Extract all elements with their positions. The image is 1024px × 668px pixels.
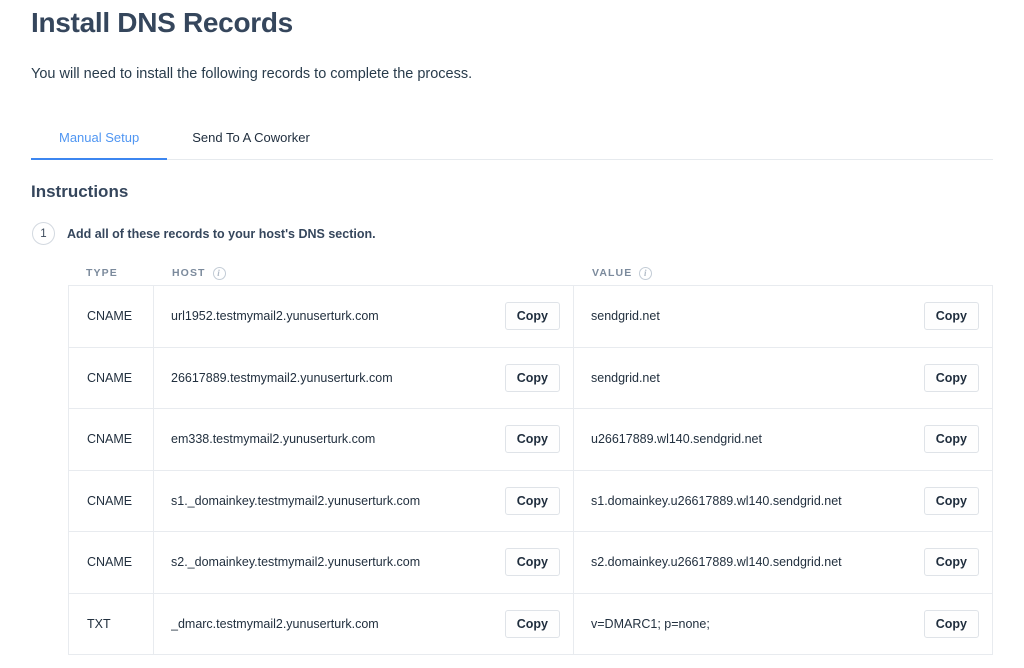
page-subtitle: You will need to install the following r… (31, 66, 473, 82)
cell-record-value: s1.domainkey.u26617889.wl140.sendgrid.ne… (574, 471, 992, 532)
cell-record-host: url1952.testmymail2.yunuserturk.com Copy (154, 286, 574, 347)
instruction-step-1: 1 Add all of these records to your host'… (31, 222, 993, 245)
copy-host-button[interactable]: Copy (504, 425, 560, 454)
cell-record-type: CNAME (69, 347, 154, 408)
table-row: CNAME s1._domainkey.testmymail2.yunusert… (69, 470, 992, 532)
table-column-headers: TYPE HOST i VALUE i (68, 261, 993, 285)
cell-record-host: s2._domainkey.testmymail2.yunuserturk.co… (154, 532, 574, 593)
dns-records-table: CNAME url1952.testmymail2.yunuserturk.co… (68, 285, 993, 655)
value-text: sendgrid.net (591, 309, 660, 324)
value-text: v=DMARC1; p=none; (591, 616, 710, 631)
step-number-badge: 1 (32, 222, 55, 245)
tab-send-to-a-coworker-label: Send To A Coworker (192, 130, 310, 145)
value-info-icon[interactable]: i (639, 266, 653, 280)
copy-value-button[interactable]: Copy (923, 302, 979, 331)
host-value-text: 26617889.testmymail2.yunuserturk.com (171, 370, 393, 385)
table-row: CNAME em338.testmymail2.yunuserturk.com … (69, 409, 992, 471)
cell-record-value: sendgrid.net Copy (574, 286, 992, 347)
cell-record-type: CNAME (69, 409, 154, 470)
table-row: CNAME s2._domainkey.testmymail2.yunusert… (69, 532, 992, 594)
cell-record-type: CNAME (69, 532, 154, 593)
host-value-text: _dmarc.testmymail2.yunuserturk.com (171, 616, 379, 631)
copy-host-button[interactable]: Copy (504, 363, 560, 392)
cell-record-type: TXT (69, 593, 154, 654)
host-value-text: s2._domainkey.testmymail2.yunuserturk.co… (171, 555, 421, 570)
cell-record-host: _dmarc.testmymail2.yunuserturk.com Copy (154, 593, 574, 654)
column-header-host-label: HOST (172, 267, 206, 279)
copy-host-button[interactable]: Copy (504, 609, 560, 638)
cell-record-type: CNAME (69, 286, 154, 347)
cell-record-value: v=DMARC1; p=none; Copy (574, 594, 992, 655)
install-dns-records-page: Install DNS Records You will need to ins… (0, 0, 1024, 668)
column-header-type-label: TYPE (86, 267, 118, 279)
tab-bar: Manual Setup Send To A Coworker (31, 115, 993, 160)
dns-records-table-wrapper: TYPE HOST i VALUE i CNAME url1952.testmy… (68, 261, 993, 655)
cell-record-value: s2.domainkey.u26617889.wl140.sendgrid.ne… (574, 532, 992, 593)
value-text: s1.domainkey.u26617889.wl140.sendgrid.ne… (591, 493, 842, 508)
column-header-value-label: VALUE (592, 267, 633, 279)
table-row: TXT _dmarc.testmymail2.yunuserturk.com C… (69, 593, 992, 655)
copy-value-button[interactable]: Copy (923, 363, 979, 392)
cell-record-value: u26617889.wl140.sendgrid.net Copy (574, 409, 992, 470)
cell-record-host: em338.testmymail2.yunuserturk.com Copy (154, 409, 574, 470)
cell-record-type: CNAME (69, 470, 154, 531)
copy-value-button[interactable]: Copy (923, 486, 979, 515)
value-text: u26617889.wl140.sendgrid.net (591, 432, 762, 447)
column-header-host: HOST i (155, 266, 575, 280)
copy-host-button[interactable]: Copy (504, 302, 560, 331)
copy-value-button[interactable]: Copy (923, 425, 979, 454)
step-description: Add all of these records to your host's … (67, 226, 376, 241)
copy-host-button[interactable]: Copy (504, 486, 560, 515)
page-title: Install DNS Records (31, 7, 293, 38)
tab-manual-setup-label: Manual Setup (59, 130, 140, 145)
host-value-text: url1952.testmymail2.yunuserturk.com (171, 309, 379, 324)
copy-value-button[interactable]: Copy (923, 548, 979, 577)
column-header-value: VALUE i (575, 266, 993, 280)
copy-host-button[interactable]: Copy (504, 548, 560, 577)
copy-value-button[interactable]: Copy (923, 609, 979, 638)
table-row: CNAME 26617889.testmymail2.yunuserturk.c… (69, 347, 992, 409)
table-row: CNAME url1952.testmymail2.yunuserturk.co… (69, 286, 992, 348)
cell-record-host: s1._domainkey.testmymail2.yunuserturk.co… (154, 470, 574, 531)
value-text: s2.domainkey.u26617889.wl140.sendgrid.ne… (591, 555, 842, 570)
tab-manual-setup[interactable]: Manual Setup (31, 130, 168, 160)
host-value-text: s1._domainkey.testmymail2.yunuserturk.co… (171, 493, 421, 508)
cell-record-host: 26617889.testmymail2.yunuserturk.com Cop… (154, 347, 574, 408)
value-text: sendgrid.net (591, 370, 660, 385)
tab-send-to-a-coworker[interactable]: Send To A Coworker (167, 130, 335, 159)
host-info-icon[interactable]: i (212, 266, 226, 280)
instructions-heading: Instructions (31, 182, 129, 201)
cell-record-value: sendgrid.net Copy (574, 348, 992, 409)
column-header-type: TYPE (68, 267, 155, 279)
host-value-text: em338.testmymail2.yunuserturk.com (171, 432, 376, 447)
